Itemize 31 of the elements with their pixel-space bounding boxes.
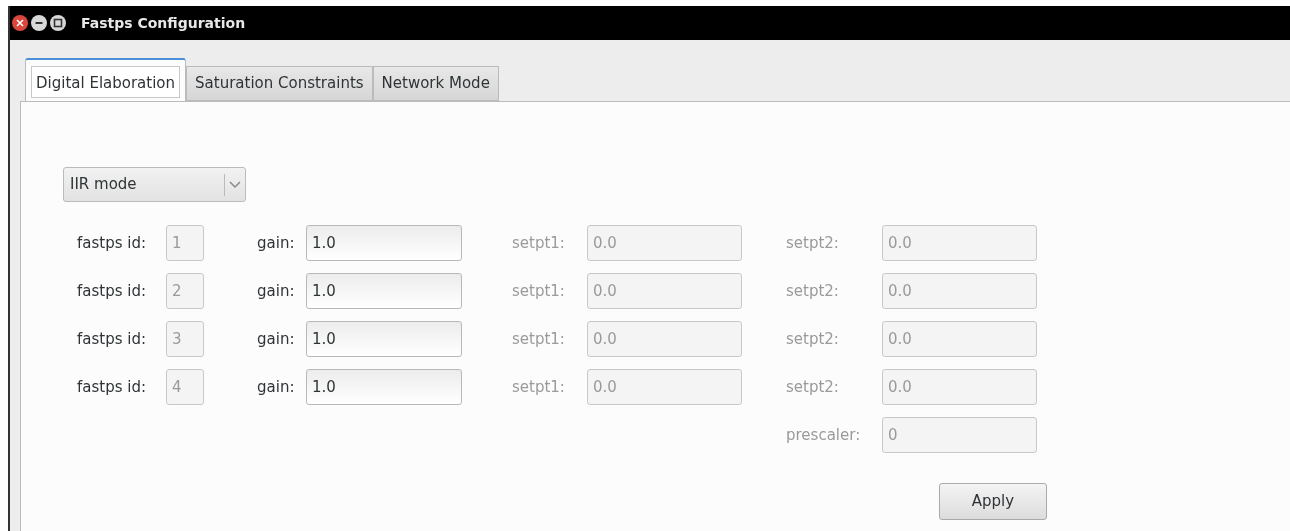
tab[interactable]: Digital Elaboration <box>25 58 187 101</box>
tab[interactable]: Saturation Constraints <box>186 66 373 101</box>
window-title: Fastps Configuration <box>81 13 246 33</box>
tab[interactable]: Network Mode <box>372 66 499 101</box>
field-label: prescaler: <box>786 426 861 444</box>
minimize-icon[interactable] <box>31 15 47 31</box>
field-label: setpt1: <box>512 376 566 398</box>
field-label: gain: <box>257 376 296 398</box>
field-label: setpt1: <box>512 328 566 350</box>
field-label: gain: <box>257 328 296 350</box>
field-label: gain: <box>257 280 296 302</box>
maximize-icon[interactable] <box>50 15 66 31</box>
field-label: gain: <box>257 232 296 254</box>
input-field[interactable]: 1.0 <box>306 273 462 309</box>
chevron-down-icon <box>229 180 241 189</box>
field-label: setpt1: <box>512 232 566 254</box>
field-label: setpt2: <box>786 328 840 350</box>
field-label: setpt2: <box>786 280 840 302</box>
field-label: fastps id: <box>77 232 148 254</box>
apply-button[interactable]: Apply <box>939 483 1047 520</box>
close-icon[interactable] <box>12 15 28 31</box>
input-field[interactable]: 1.0 <box>306 369 462 405</box>
mode-dropdown[interactable]: IIR mode <box>63 167 246 202</box>
field-label: fastps id: <box>77 376 148 398</box>
field-label: fastps id: <box>77 328 148 350</box>
input-field[interactable]: 1.0 <box>306 225 462 261</box>
input-field[interactable]: 1.0 <box>306 321 462 357</box>
field-label: setpt2: <box>786 376 840 398</box>
field-label: fastps id: <box>77 280 148 302</box>
field-label: setpt1: <box>512 280 566 302</box>
field-label: setpt2: <box>786 232 840 254</box>
